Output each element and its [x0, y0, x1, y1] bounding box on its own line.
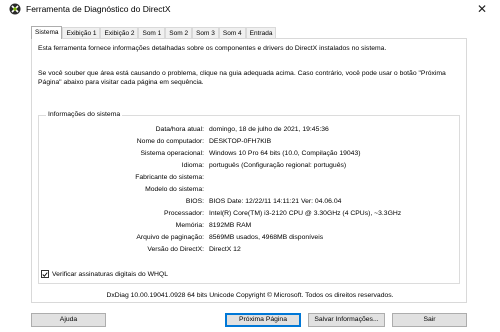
- directx-app-icon: [9, 3, 21, 15]
- info-label: Modelo do sistema:: [145, 186, 204, 193]
- tab-sistema[interactable]: Sistema: [31, 26, 63, 39]
- checkmark-icon: [42, 271, 48, 277]
- info-label: Data/hora atual:: [155, 126, 204, 133]
- info-value: Intel(R) Core(TM) i3-2120 CPU @ 3.30GHz …: [209, 210, 402, 217]
- info-row-os: Sistema operacional: Windows 10 Pro 64 b…: [39, 149, 459, 159]
- info-value: português (Configuração regional: portug…: [209, 162, 347, 169]
- info-row-directx-version: Versão do DirectX: DirectX 12: [39, 245, 459, 255]
- info-row-bios: BIOS: BIOS Date: 12/22/11 14:11:21 Ver: …: [39, 197, 459, 207]
- exit-button[interactable]: Sair: [392, 313, 467, 327]
- info-label: Arquivo de paginação:: [136, 234, 204, 241]
- info-row-model: Modelo do sistema:: [39, 185, 459, 195]
- info-label: BIOS:: [185, 198, 204, 205]
- info-label: Nome do computador:: [136, 138, 204, 145]
- info-value: DESKTOP-0FH7KIB: [209, 138, 272, 145]
- info-label: Idioma:: [181, 162, 204, 169]
- help-button[interactable]: Ajuda: [31, 313, 106, 327]
- info-value: 8192MB RAM: [209, 222, 252, 229]
- intro-instructions: Se você souber que área está causando o …: [38, 70, 446, 86]
- next-page-button[interactable]: Próxima Página: [225, 313, 301, 327]
- window-title: Ferramenta de Diagnóstico do DirectX: [26, 4, 171, 14]
- info-label: Processador:: [163, 210, 204, 217]
- intro-text: Esta ferramenta fornece informações deta…: [38, 45, 387, 52]
- info-row-language: Idioma: português (Configuração regional…: [39, 161, 459, 171]
- info-row-computer-name: Nome do computador: DESKTOP-0FH7KIB: [39, 137, 459, 147]
- info-row-processor: Processador: Intel(R) Core(TM) i3-2120 C…: [39, 209, 459, 219]
- title-bar: Ferramenta de Diagnóstico do DirectX ✕: [0, 0, 500, 20]
- info-row-datetime: Data/hora atual: domingo, 18 de julho de…: [39, 125, 459, 135]
- whql-checkbox[interactable]: [41, 270, 49, 278]
- info-row-memory: Memória: 8192MB RAM: [39, 221, 459, 231]
- info-label: Sistema operacional:: [140, 150, 204, 157]
- info-row-manufacturer: Fabricante do sistema:: [39, 173, 459, 183]
- info-label: Memória:: [175, 222, 204, 229]
- system-info-group: Informações do sistema Data/hora atual: …: [38, 111, 460, 284]
- info-value: domingo, 18 de julho de 2021, 19:45:36: [209, 126, 329, 133]
- info-value: BIOS Date: 12/22/11 14:11:21 Ver: 04.06.…: [209, 198, 342, 205]
- whql-check-option[interactable]: Verificar assinaturas digitais do WHQL: [41, 270, 168, 278]
- info-label: Fabricante do sistema:: [135, 174, 204, 181]
- close-icon[interactable]: ✕: [477, 1, 487, 17]
- info-label: Versão do DirectX:: [147, 246, 204, 253]
- info-row-page-file: Arquivo de paginação: 8569MB usados, 496…: [39, 233, 459, 243]
- system-info-group-title: Informações do sistema: [46, 111, 123, 118]
- save-info-button[interactable]: Salvar Informações...: [308, 313, 385, 327]
- whql-checkbox-label: Verificar assinaturas digitais do WHQL: [52, 270, 168, 278]
- version-copyright-text: DxDiag 10.00.19041.0928 64 bits Unicode …: [106, 292, 394, 299]
- info-value: 8569MB usados, 4968MB disponíveis: [209, 234, 324, 241]
- info-value: Windows 10 Pro 64 bits (10.0, Compilação…: [209, 150, 361, 157]
- system-tab-panel: Esta ferramenta fornece informações deta…: [31, 38, 467, 303]
- info-value: DirectX 12: [209, 246, 241, 253]
